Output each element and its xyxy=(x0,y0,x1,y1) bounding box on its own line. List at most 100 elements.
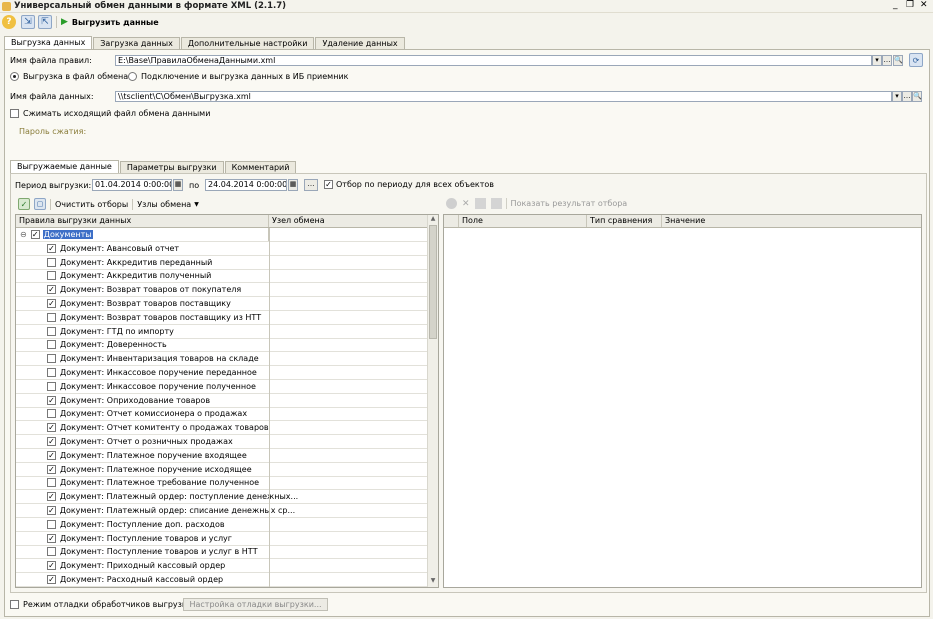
open-rules-icon[interactable]: ⇲ xyxy=(21,15,35,29)
period-to-calendar-icon[interactable]: ▦ xyxy=(288,179,298,191)
tree-row-checkbox[interactable]: ✓ xyxy=(47,423,56,433)
value-col-header[interactable]: Значение xyxy=(662,215,705,227)
rules-file-dropdown[interactable]: ▾ xyxy=(872,55,882,66)
field-col-header[interactable]: Поле xyxy=(459,215,587,227)
tree-row-checkbox[interactable]: ✓ xyxy=(47,299,56,309)
copy-filter-icon[interactable] xyxy=(474,198,486,209)
tree-scrollbar[interactable]: ▲ ▼ xyxy=(427,215,438,587)
tree-row[interactable]: ✓ Документ: Приходный кассовый ордер xyxy=(16,559,438,574)
debug-option[interactable]: Режим отладки обработчиков выгрузки xyxy=(10,600,192,609)
tree-row-checkbox[interactable]: ✓ xyxy=(47,285,56,295)
tree-row-checkbox[interactable] xyxy=(47,312,56,322)
tree-row-checkbox[interactable]: ✓ xyxy=(47,437,56,447)
tree-row-checkbox[interactable] xyxy=(47,340,56,350)
root-checkbox[interactable]: ✓ xyxy=(30,230,40,239)
scroll-up-icon[interactable]: ▲ xyxy=(428,215,438,225)
tree-row[interactable]: ✓ Документ: Авансовый отчет xyxy=(16,242,438,256)
tree-row[interactable]: Документ: Аккредитив переданный xyxy=(16,256,438,270)
tree-row[interactable]: Документ: Поступление доп. расходов xyxy=(16,518,438,532)
tab-exported-data[interactable]: Выгружаемые данные xyxy=(10,160,119,173)
tab-comment[interactable]: Комментарий xyxy=(224,161,297,173)
period-to-input[interactable]: 24.04.2014 0:00:00 xyxy=(205,179,287,191)
tab-additional-settings[interactable]: Дополнительные настройки xyxy=(180,37,315,49)
tree-row-checkbox[interactable]: ✓ xyxy=(47,506,56,516)
tree-row-checkbox[interactable]: ✓ xyxy=(47,243,56,253)
show-filter-result-button[interactable]: Показать результат отбора xyxy=(511,199,628,208)
compress-option[interactable]: Сжимать исходящий файл обмена данными xyxy=(10,109,210,118)
tree-row[interactable]: Документ: Аккредитив полученный xyxy=(16,270,438,284)
tree-row-checkbox[interactable] xyxy=(47,257,56,267)
data-file-input[interactable]: \\tsclient\C\Обмен\Выгрузка.xml xyxy=(115,91,892,102)
tree-row[interactable]: Документ: Платежное требование полученно… xyxy=(16,477,438,491)
scroll-thumb[interactable] xyxy=(429,225,437,339)
minimize-icon[interactable]: _ xyxy=(893,0,898,10)
tree-root-row[interactable]: ⊖ ✓ Документы xyxy=(16,228,438,242)
restore-icon[interactable]: ❐ xyxy=(906,0,914,10)
period-filter-option[interactable]: ✓ Отбор по периоду для всех объектов xyxy=(324,180,494,189)
tree-row[interactable]: ✓ Документ: Платежное поручение исходящее xyxy=(16,463,438,477)
data-file-dropdown[interactable]: ▾ xyxy=(892,91,902,102)
tree-row[interactable]: ✓ Документ: Возврат товаров поставщику xyxy=(16,297,438,311)
tree-row-checkbox[interactable] xyxy=(47,519,56,529)
tree-row-checkbox[interactable] xyxy=(47,409,56,419)
mode-option-db[interactable]: Подключение и выгрузка данных в ИБ прием… xyxy=(128,72,348,81)
tree-row[interactable]: ✓ Документ: Отчет о розничных продажах xyxy=(16,435,438,449)
delete-filter-icon[interactable]: ✕ xyxy=(462,199,470,209)
tree-row-checkbox[interactable] xyxy=(47,271,56,281)
tree-row[interactable]: ✓ Документ: Оприходование товаров xyxy=(16,394,438,408)
data-file-open-icon[interactable]: 🔍 xyxy=(912,91,922,102)
tree-row-checkbox[interactable] xyxy=(47,478,56,488)
tree-row-checkbox[interactable] xyxy=(47,326,56,336)
period-from-calendar-icon[interactable]: ▦ xyxy=(173,179,183,191)
tree-row-checkbox[interactable]: ✓ xyxy=(47,464,56,474)
uncheck-all-icon[interactable]: ▢ xyxy=(34,198,46,210)
tab-export[interactable]: Выгрузка данных xyxy=(4,36,93,49)
tree-row-checkbox[interactable] xyxy=(47,368,56,378)
exchange-nodes-button[interactable]: Узлы обмена xyxy=(137,200,191,209)
clear-filters-button[interactable]: Очистить отборы xyxy=(55,200,128,209)
tree-row-checkbox[interactable] xyxy=(47,354,56,364)
tree-row[interactable]: ✓ Документ: Расходный кассовый ордер xyxy=(16,573,438,587)
period-filter-checkbox[interactable]: ✓ xyxy=(324,180,333,189)
mode-file-radio[interactable] xyxy=(10,72,19,81)
tree-row-checkbox[interactable] xyxy=(47,381,56,391)
tree-row-checkbox[interactable] xyxy=(47,547,56,557)
rules-file-browse[interactable]: … xyxy=(882,55,892,66)
tree-row[interactable]: Документ: Доверенность xyxy=(16,339,438,353)
tab-import[interactable]: Загрузка данных xyxy=(93,37,180,49)
tree-row[interactable]: ✓ Документ: Возврат товаров от покупателя xyxy=(16,283,438,298)
tree-row[interactable]: Документ: ГТД по импорту xyxy=(16,325,438,339)
tree-row[interactable]: ✓ Документ: Платежный ордер: поступление … xyxy=(16,490,438,505)
tree-row[interactable]: Документ: Инкассовое поручение переданно… xyxy=(16,366,438,380)
period-select-button[interactable]: … xyxy=(304,179,318,191)
tree-row-checkbox[interactable]: ✓ xyxy=(47,575,56,585)
mode-db-radio[interactable] xyxy=(128,72,137,81)
tree-row-checkbox[interactable]: ✓ xyxy=(47,492,56,502)
help-icon[interactable]: ? xyxy=(2,15,16,29)
compress-checkbox[interactable] xyxy=(10,109,19,118)
scroll-down-icon[interactable]: ▼ xyxy=(428,577,438,587)
tree-row[interactable]: ✓ Документ: Поступление товаров и услуг xyxy=(16,532,438,546)
rules-file-open-icon[interactable]: 🔍 xyxy=(893,55,903,66)
tree-row[interactable]: Документ: Отчет комиссионера о продажах xyxy=(16,408,438,422)
tree-row-checkbox[interactable]: ✓ xyxy=(47,450,56,460)
clear-filter-icon[interactable] xyxy=(490,198,502,209)
tree-row[interactable]: ✓ Документ: Отчет комитенту о продажах то… xyxy=(16,421,438,436)
add-filter-icon[interactable] xyxy=(446,198,457,209)
rules-file-input[interactable]: E:\Base\ПравилаОбменаДанными.xml xyxy=(115,55,872,66)
debug-checkbox[interactable] xyxy=(10,600,19,609)
tree-row[interactable]: Документ: Поступление товаров и услуг в … xyxy=(16,546,438,560)
save-settings-icon[interactable]: ⇱ xyxy=(38,15,52,29)
tree-row-checkbox[interactable]: ✓ xyxy=(47,533,56,543)
tree-row[interactable]: ✓ Документ: Платежный ордер: списание ден… xyxy=(16,504,438,518)
tree-row[interactable]: Документ: Инкассовое поручение полученно… xyxy=(16,380,438,394)
tab-export-params[interactable]: Параметры выгрузки xyxy=(119,161,224,173)
reload-rules-icon[interactable]: ⟳ xyxy=(909,53,923,67)
check-all-icon[interactable]: ✓ xyxy=(18,198,30,210)
tree-row[interactable]: ✓ Документ: Платежное поручение входящее xyxy=(16,449,438,463)
tab-delete[interactable]: Удаление данных xyxy=(315,37,405,49)
tree-row[interactable]: Документ: Возврат товаров поставщику из … xyxy=(16,311,438,325)
collapse-icon[interactable]: ⊖ xyxy=(20,230,27,239)
debug-settings-button[interactable]: Настройка отладки выгрузки... xyxy=(183,598,328,611)
data-file-browse[interactable]: … xyxy=(902,91,912,102)
